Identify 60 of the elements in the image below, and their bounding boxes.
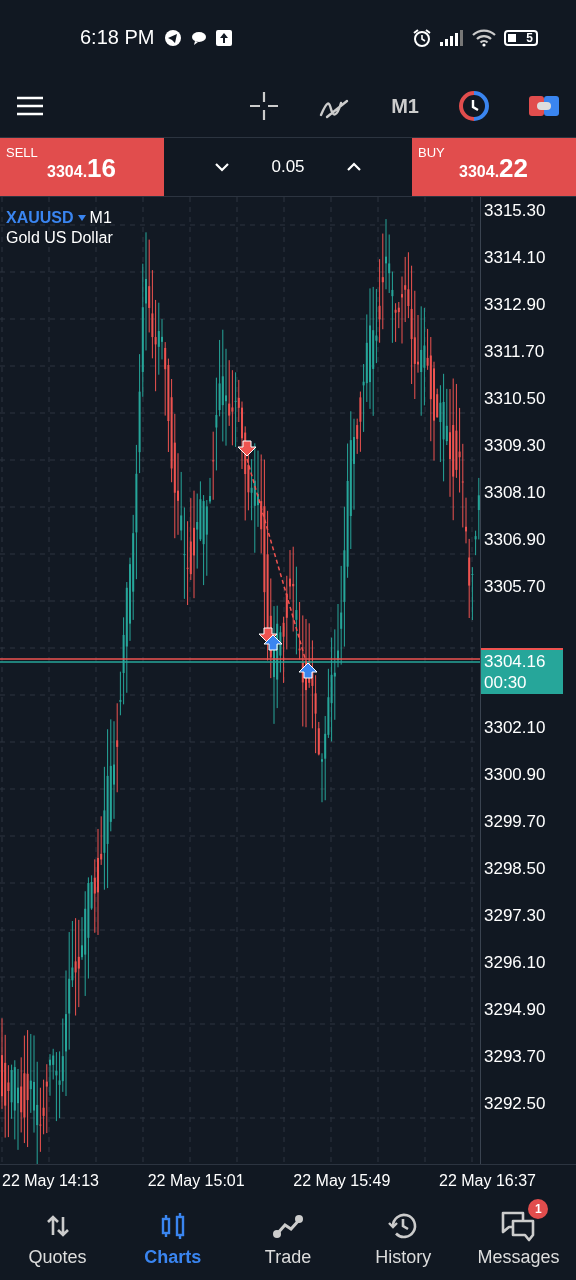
- chart-timeframe: M1: [89, 209, 112, 227]
- line-chart-icon: [272, 1213, 304, 1239]
- price-label: 3306.90: [484, 530, 546, 550]
- timeframe-button[interactable]: M1: [391, 94, 419, 118]
- sell-arrow-icon: [237, 440, 257, 457]
- nav-tab[interactable]: 1 Messages: [460, 1197, 576, 1280]
- time-label: 22 May 15:49: [293, 1172, 391, 1190]
- notification-badge: 1: [528, 1199, 549, 1219]
- current-price-tag: 3304.16 00:30: [481, 648, 563, 694]
- upload-icon: [216, 29, 233, 46]
- battery-indicator: 5: [504, 29, 538, 46]
- time-label: 22 May 16:37: [439, 1172, 536, 1190]
- buy-button[interactable]: BUY 3304.22: [412, 138, 576, 196]
- price-label: 3296.10: [484, 953, 546, 973]
- telegram-icon: [164, 28, 183, 47]
- messages-icon: [500, 1210, 537, 1242]
- price-label: 3300.90: [484, 765, 546, 785]
- chart-panel[interactable]: XAUUSD M1 Gold US Dollar: [0, 197, 481, 1164]
- price-label: 3312.90: [484, 295, 546, 315]
- price-label: 3293.70: [484, 1047, 546, 1067]
- symbol-description: Gold US Dollar: [6, 229, 113, 247]
- price-label: 3299.70: [484, 812, 546, 832]
- symbol-name[interactable]: XAUUSD: [6, 209, 74, 227]
- signal-icon: [440, 29, 464, 46]
- nav-tab[interactable]: Charts: [115, 1197, 231, 1280]
- price-label: 3310.50: [484, 389, 546, 409]
- buy-arrow-icon: [298, 662, 318, 679]
- menu-icon[interactable]: [16, 96, 44, 116]
- chat-icon: [190, 29, 209, 46]
- history-icon: [388, 1211, 419, 1241]
- dropdown-icon[interactable]: [77, 215, 86, 221]
- price-label: 3302.10: [484, 718, 546, 738]
- one-click-trading-icon[interactable]: [529, 94, 559, 118]
- nav-tab[interactable]: Quotes: [0, 1197, 116, 1280]
- price-label: 3309.30: [484, 436, 546, 456]
- candlestick-icon: [159, 1212, 186, 1240]
- volume-value[interactable]: 0.05: [271, 157, 305, 177]
- price-label: 3314.10: [484, 248, 546, 268]
- alarm-icon: [412, 27, 432, 48]
- price-label: 3311.70: [484, 342, 545, 362]
- status-time: 6:18 PM: [80, 26, 155, 49]
- price-label: 3298.50: [484, 859, 546, 879]
- price-label: 3292.50: [484, 1094, 546, 1114]
- increase-icon[interactable]: [345, 162, 362, 172]
- wifi-icon: [472, 28, 496, 47]
- nav-tab[interactable]: Trade: [230, 1197, 346, 1280]
- price-label: 3294.90: [484, 1000, 546, 1020]
- buy-arrow-icon: [263, 634, 283, 651]
- time-label: 22 May 14:13: [2, 1172, 99, 1190]
- clock-icon[interactable]: [459, 91, 489, 121]
- time-label: 22 May 15:01: [147, 1172, 245, 1190]
- price-label: 3315.30: [484, 201, 546, 221]
- crosshair-icon[interactable]: [249, 91, 280, 121]
- nav-tab[interactable]: History: [345, 1197, 461, 1280]
- price-label: 3297.30: [484, 906, 546, 926]
- sell-button[interactable]: SELL 3304.16: [0, 138, 164, 196]
- price-label: 3305.70: [484, 577, 546, 597]
- decrease-icon[interactable]: [214, 162, 231, 172]
- price-label: 3308.10: [484, 483, 546, 503]
- sell-arrow-icon: [258, 627, 278, 644]
